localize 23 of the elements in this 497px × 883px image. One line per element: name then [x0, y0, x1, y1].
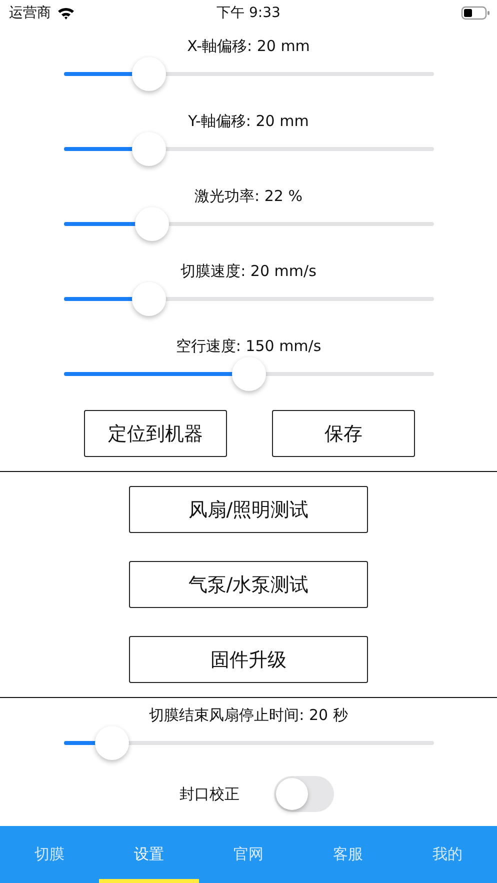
slider-label: 空行速度: 150 mm/s — [176, 336, 322, 357]
action-button[interactable]: 定位到机器 — [84, 410, 227, 457]
test-button[interactable]: 风扇/照明测试 — [129, 486, 368, 533]
toggle-label: 封口校正 — [180, 784, 240, 804]
slider-label: X-軸偏移: 20 mm — [187, 36, 310, 57]
test-button[interactable]: 固件升级 — [129, 636, 368, 683]
battery-icon — [461, 6, 491, 20]
slider-label: 激光功率: 22 % — [194, 186, 302, 207]
slider-label: Y-軸偏移: 20 mm — [188, 111, 309, 132]
clock-text: 下午 9:33 — [216, 4, 280, 22]
slider[interactable] — [64, 282, 434, 316]
toggle-switch[interactable] — [274, 776, 334, 812]
slider-label: 切膜结束风扇停止时间: 20 秒 — [149, 705, 348, 726]
slider[interactable] — [64, 726, 434, 760]
action-button[interactable]: 保存 — [272, 410, 415, 457]
carrier-text: 运营商 — [9, 4, 51, 22]
slider[interactable] — [64, 132, 434, 166]
slider[interactable] — [64, 57, 434, 91]
slider-label: 切膜速度: 20 mm/s — [180, 261, 316, 282]
test-button[interactable]: 气泵/水泵测试 — [129, 561, 368, 608]
slider[interactable] — [64, 207, 434, 241]
wifi-icon — [57, 6, 75, 20]
slider[interactable] — [64, 357, 434, 391]
